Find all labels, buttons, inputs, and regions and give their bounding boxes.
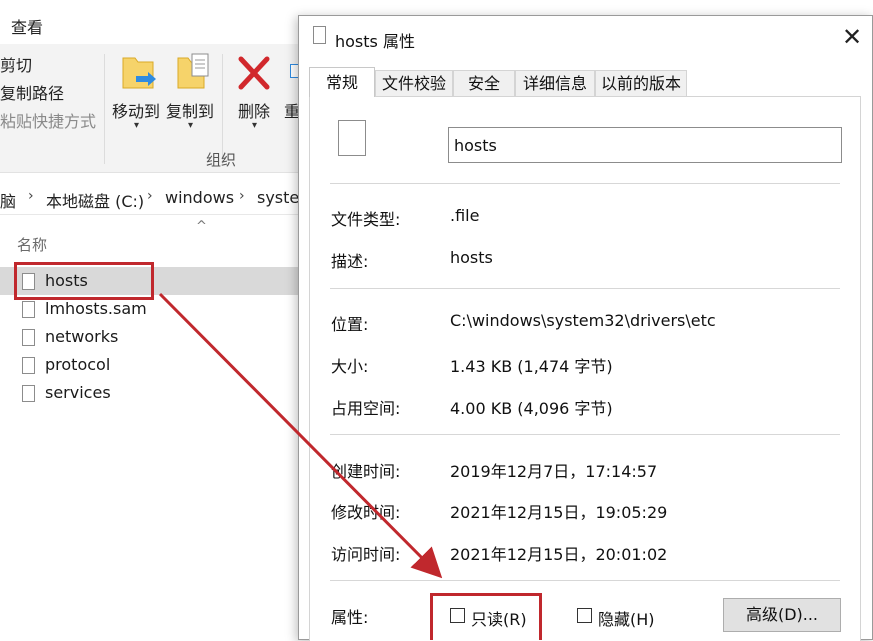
location-value: C:\windows\system32\drivers\etc [450, 311, 716, 330]
file-icon [22, 385, 35, 402]
sort-ascending-icon: ^ [196, 219, 207, 234]
divider [330, 288, 840, 289]
breadcrumb-separator-icon: › [239, 188, 245, 204]
file-icon [313, 26, 326, 44]
move-to-label: 移动到 [112, 102, 161, 121]
description-value: hosts [450, 248, 493, 267]
created-value: 2019年12月7日，17:14:57 [450, 462, 658, 481]
file-name: lmhosts.sam [45, 299, 147, 318]
breadcrumb-local-disk[interactable]: 本地磁盘 (C:) [46, 188, 144, 212]
file-name: services [45, 383, 111, 402]
chevron-down-icon: ▾ [188, 120, 194, 131]
breadcrumb-separator-icon: › [28, 188, 34, 204]
divider [330, 434, 840, 435]
divider [330, 580, 840, 581]
copy-path-command[interactable]: 复制路径 [0, 80, 64, 104]
delete-button[interactable]: 删除 ▾ [232, 52, 278, 142]
file-row-networks[interactable]: networks [0, 323, 300, 351]
accessed-value: 2021年12月15日，20:01:02 [450, 545, 668, 564]
ribbon-tab-view[interactable]: 查看 [11, 14, 43, 38]
file-name: protocol [45, 355, 111, 374]
modified-label: 修改时间: [331, 503, 401, 522]
location-label: 位置: [331, 315, 369, 334]
file-icon [22, 329, 35, 346]
copy-folder-icon [177, 53, 209, 89]
tab-general[interactable]: 常规 [309, 67, 375, 97]
file-type-icon [338, 120, 366, 156]
ribbon-separator [104, 54, 105, 164]
breadcrumb-separator-icon: › [147, 188, 153, 204]
move-to-button[interactable]: 移动到 ▾ [110, 52, 164, 142]
hidden-label[interactable]: 隐藏(H) [598, 606, 655, 630]
ribbon-group-organize-label: 组织 [206, 151, 237, 169]
properties-dialog: hosts 属性 ✕ 常规 文件校验 安全 详细信息 以前的版本 文件类型: .… [298, 15, 873, 641]
description-label: 描述: [331, 252, 369, 271]
file-type-label: 文件类型: [331, 210, 401, 229]
attributes-label: 属性: [331, 608, 369, 627]
size-on-disk-value: 4.00 KB (4,096 字节) [450, 399, 613, 418]
file-icon [22, 357, 35, 374]
move-folder-icon [122, 57, 156, 89]
modified-value: 2021年12月15日，19:05:29 [450, 503, 668, 522]
tab-security[interactable]: 安全 [453, 70, 515, 96]
highlight-box-readonly [430, 593, 542, 640]
ribbon-separator [222, 54, 223, 164]
file-name: networks [45, 327, 119, 346]
chevron-down-icon: ▾ [252, 120, 258, 131]
chevron-down-icon: ▾ [134, 120, 140, 131]
created-label: 创建时间: [331, 462, 401, 481]
paste-shortcut-command[interactable]: 粘贴快捷方式 [0, 108, 96, 132]
accessed-label: 访问时间: [331, 545, 401, 564]
file-type-value: .file [450, 206, 480, 225]
size-on-disk-label: 占用空间: [331, 399, 401, 418]
size-label: 大小: [331, 357, 369, 376]
rename-button[interactable]: 重 [282, 52, 300, 142]
dialog-tabs: 常规 文件校验 安全 详细信息 以前的版本 [309, 67, 861, 97]
breadcrumb-this-pc[interactable]: 脑 [0, 188, 16, 212]
delete-label: 删除 [238, 102, 271, 121]
tab-previous-versions[interactable]: 以前的版本 [595, 70, 687, 96]
tab-file-checksum[interactable]: 文件校验 [375, 70, 453, 96]
column-header-name[interactable]: 名称 [17, 234, 47, 255]
file-row-protocol[interactable]: protocol [0, 351, 300, 379]
tab-details[interactable]: 详细信息 [515, 70, 595, 96]
highlight-box-hosts-file [14, 262, 154, 300]
hidden-checkbox[interactable] [577, 608, 592, 623]
delete-x-icon [238, 56, 270, 90]
size-value: 1.43 KB (1,474 字节) [450, 357, 613, 376]
dialog-title: hosts 属性 [335, 32, 415, 51]
copy-to-button[interactable]: 复制到 ▾ [164, 52, 218, 142]
cut-command[interactable]: 剪切 [0, 52, 32, 76]
file-icon [22, 301, 35, 318]
divider [330, 183, 840, 184]
advanced-button[interactable]: 高级(D)... [723, 598, 841, 632]
copy-to-label: 复制到 [166, 102, 215, 121]
breadcrumb-windows[interactable]: windows [165, 188, 234, 207]
close-icon[interactable]: ✕ [837, 22, 867, 52]
file-name-input[interactable] [448, 127, 842, 163]
file-row-services[interactable]: services [0, 379, 300, 407]
